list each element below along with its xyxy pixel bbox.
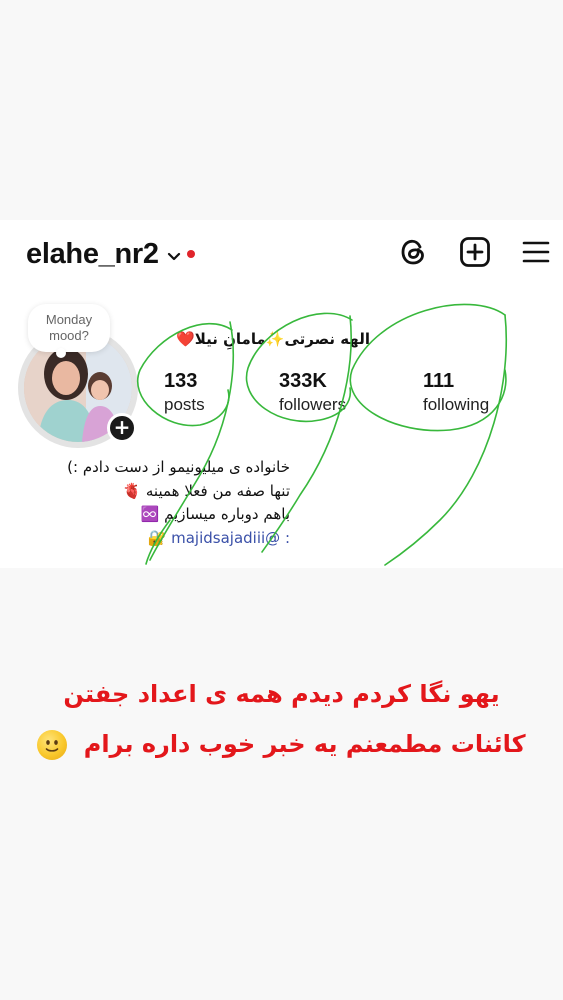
display-name: الهه نصرتی✨مامانِ نیلا❤️: [176, 330, 370, 348]
bio-line: باهم دوباره میسازیم ♾️: [140, 505, 290, 523]
notification-dot: [186, 249, 195, 258]
bio-line: تنها صفه من فعلا همینه 🫀: [122, 481, 290, 500]
following-label: following: [423, 395, 490, 414]
threads-icon[interactable]: [398, 236, 428, 268]
stat-following[interactable]: 111 following: [423, 370, 489, 415]
username-row[interactable]: elahe_nr2: [26, 238, 195, 271]
following-count: 111: [423, 370, 455, 392]
followers-count: 333K: [279, 370, 327, 392]
followers-label: followers: [279, 395, 347, 414]
note-bubble[interactable]: Monday mood?: [28, 304, 110, 358]
bio: خانواده ی میلیونیمو از دست دادم :) تنها …: [20, 458, 290, 552]
smiling-face-icon: [37, 730, 68, 760]
posts-label: posts: [164, 395, 205, 414]
bio-mention-link[interactable]: : @majidsajadiii 🔐: [20, 529, 290, 553]
posts-count: 133: [164, 370, 198, 392]
caption-line-2: کائنات مطمعنم یه خبر خوب داره برام: [0, 730, 563, 760]
plus-square-icon[interactable]: [459, 236, 491, 268]
stat-followers[interactable]: 333K followers: [279, 370, 346, 415]
caption-line-1: یهو نگا کردم دیدم همه ی اعداد جفتن: [63, 680, 500, 708]
bio-line: خانواده ی میلیونیمو از دست دادم :): [67, 458, 290, 476]
caption-line-2-text: کائنات مطمعنم یه خبر خوب داره برام: [83, 730, 526, 758]
username[interactable]: elahe_nr2: [26, 238, 159, 271]
chevron-down-icon[interactable]: [167, 252, 181, 262]
plus-icon[interactable]: +: [107, 413, 137, 443]
hamburger-menu-icon[interactable]: [521, 236, 551, 268]
profile-card: elahe_nr2 Monday mood? + الهه نصرتی✨ماما…: [0, 220, 563, 568]
stat-posts[interactable]: 133 posts: [164, 370, 205, 415]
